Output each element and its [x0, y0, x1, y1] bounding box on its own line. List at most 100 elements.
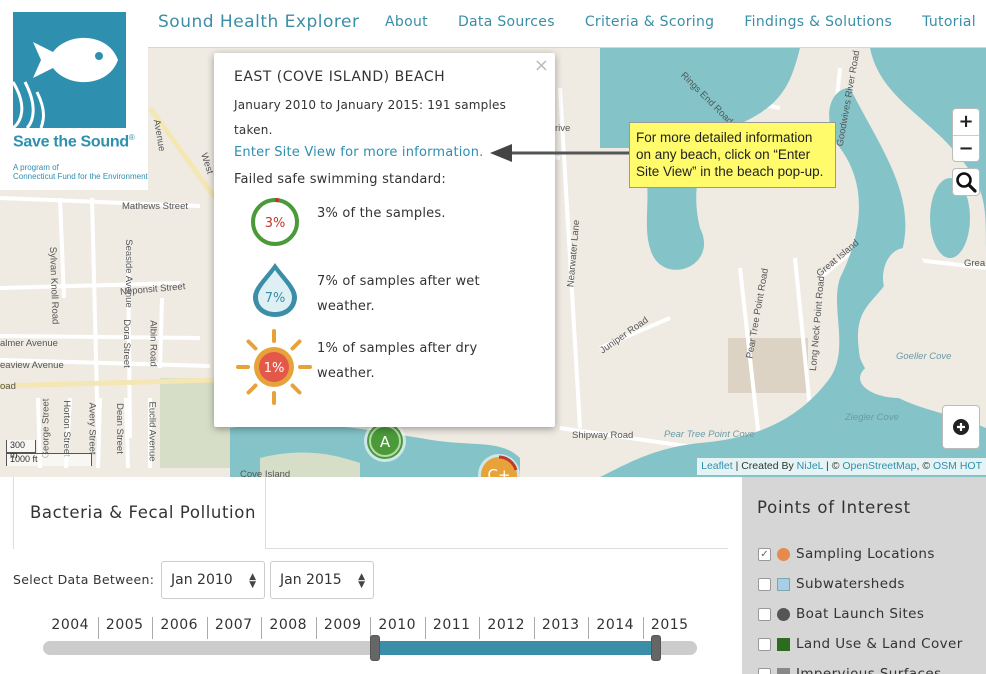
enter-site-view-link[interactable]: Enter Site View for more information. — [234, 145, 483, 160]
street-label: eaview Avenue — [0, 360, 64, 371]
year-label: 2012 — [487, 617, 526, 633]
water-label: Ziegler Cove — [845, 412, 899, 423]
checkbox[interactable]: ✓ — [758, 547, 771, 561]
tab-bacteria-fecal-pollution[interactable]: Bacteria & Fecal Pollution — [13, 477, 266, 549]
locate-button[interactable] — [942, 405, 980, 449]
year-tick — [97, 617, 99, 639]
marker-grade-text: A — [380, 433, 391, 451]
street-label: rive — [555, 123, 571, 134]
app-title[interactable]: Sound Health Explorer — [158, 12, 359, 32]
map-search-button[interactable] — [952, 168, 980, 196]
nav-criteria-scoring[interactable]: Criteria & Scoring — [585, 14, 715, 30]
logo-tagline: A program of — [13, 163, 59, 172]
year-label: 2006 — [160, 617, 199, 633]
year-tick — [533, 617, 535, 639]
stat-value: 7% — [265, 291, 286, 306]
beach-popup: × EAST (COVE ISLAND) BEACH January 2010 … — [214, 53, 555, 427]
poi-title: Points of Interest — [757, 498, 911, 517]
checkbox[interactable] — [758, 577, 771, 591]
start-date-select[interactable]: Jan 2010 ▲ ▼ — [161, 561, 265, 599]
poi-item-subwatersheds[interactable]: Subwatersheds — [758, 574, 905, 594]
plus-circle-icon — [953, 419, 969, 435]
osm-hot-link[interactable]: OSM HOT — [933, 460, 982, 472]
popup-close-button[interactable]: × — [534, 55, 549, 76]
fish-logo-icon — [11, 12, 126, 130]
year-label: 2014 — [596, 617, 635, 633]
year-label: 2004 — [51, 617, 90, 633]
stat-text: 7% of samples after wet weather. — [317, 274, 480, 314]
callout-arrow — [490, 144, 629, 162]
street-label: Dora Street — [120, 319, 132, 368]
year-label: 2007 — [214, 617, 253, 633]
stat-value: 3% — [265, 216, 286, 231]
zoom-out-button[interactable]: − — [953, 135, 979, 161]
select-arrows-icon: ▲ ▼ — [358, 572, 365, 590]
attribution-text: | © — [823, 460, 843, 472]
year-label: 2005 — [105, 617, 144, 633]
osm-link[interactable]: OpenStreetMap — [842, 460, 916, 472]
end-date-value: Jan 2015 — [280, 572, 342, 588]
checkbox[interactable] — [758, 607, 771, 621]
nav-about[interactable]: About — [385, 14, 428, 30]
street-label: Euclid Avenue — [146, 401, 158, 462]
street-label: Dean Street — [113, 403, 125, 454]
attribution-text: , © — [916, 460, 933, 472]
year-tick — [479, 617, 480, 639]
year-label: 2015 — [650, 617, 689, 633]
beach-marker-c-plus[interactable]: C+ — [472, 448, 526, 477]
year-tick — [261, 617, 262, 639]
leaflet-link[interactable]: Leaflet — [701, 460, 733, 472]
checkbox[interactable] — [758, 637, 771, 651]
select-arrows-icon: ▲ ▼ — [249, 572, 256, 590]
year-label: 2008 — [269, 617, 308, 633]
main-nav: About Data Sources Criteria & Scoring Fi… — [385, 14, 976, 30]
blue-square-icon — [777, 577, 790, 591]
bottom-panel: Bacteria & Fecal Pollution Select Data B… — [0, 477, 986, 674]
nav-findings-solutions[interactable]: Findings & Solutions — [744, 14, 892, 30]
stat-text: 1% of samples after dry weather. — [317, 341, 478, 381]
save-the-sound-logo[interactable]: Save the Sound® A program of Connecticut… — [0, 0, 148, 190]
year-label: 2011 — [432, 617, 471, 633]
poi-item-impervious-surfaces[interactable]: Impervious Surfaces — [758, 664, 942, 674]
street-label: Albin Road — [147, 320, 159, 367]
scale-metric: 300 m — [6, 440, 36, 460]
year-tick — [424, 617, 426, 639]
popup-date-range-cont: taken. — [234, 123, 273, 137]
poi-item-boat-launch-sites[interactable]: Boat Launch Sites — [758, 604, 924, 624]
range-start-handle[interactable] — [370, 635, 380, 661]
logo-brand-text: Save the Sound® — [13, 133, 135, 151]
poi-label: Land Use & Land Cover — [796, 636, 963, 652]
zoom-in-button[interactable]: + — [953, 109, 979, 135]
sun-icon: 1% — [236, 329, 312, 405]
poi-item-sampling-locations[interactable]: ✓ Sampling Locations — [758, 544, 935, 564]
street-label: Grea — [964, 258, 986, 269]
zoom-control: + − — [952, 108, 980, 162]
poi-item-land-use[interactable]: Land Use & Land Cover — [758, 634, 963, 654]
year-tick — [642, 617, 644, 639]
year-tick — [152, 617, 153, 639]
nijel-link[interactable]: NiJeL — [797, 460, 823, 472]
year-range-selected — [375, 641, 656, 655]
gray-square-icon — [777, 667, 790, 674]
marker-grade-text: C+ — [487, 466, 510, 477]
points-of-interest-panel: Points of Interest ✓ Sampling Locations … — [742, 477, 986, 674]
tab-label: Bacteria & Fecal Pollution — [30, 503, 256, 522]
scale-imperial: 1000 ft — [6, 453, 92, 466]
tab-divider — [265, 548, 728, 549]
end-date-select[interactable]: Jan 2015 ▲ ▼ — [270, 561, 374, 599]
year-label: 2010 — [378, 617, 417, 633]
orange-dot-icon — [777, 547, 790, 561]
logo-org: Connecticut Fund for the Environment — [13, 172, 148, 181]
range-end-handle[interactable] — [651, 635, 661, 661]
nav-tutorial[interactable]: Tutorial — [922, 14, 976, 30]
nav-data-sources[interactable]: Data Sources — [458, 14, 555, 30]
search-icon — [956, 172, 977, 193]
attribution-text: | Created By — [732, 460, 797, 472]
water-label: Pear Tree Point Cove — [664, 429, 755, 440]
year-tick — [588, 617, 589, 639]
date-range-label: Select Data Between: — [13, 572, 155, 587]
checkbox[interactable] — [758, 667, 771, 674]
popup-beach-title: EAST (COVE ISLAND) BEACH — [234, 69, 446, 85]
map-attribution: Leaflet | Created By NiJeL | © OpenStree… — [697, 458, 986, 475]
green-square-icon — [777, 637, 790, 651]
